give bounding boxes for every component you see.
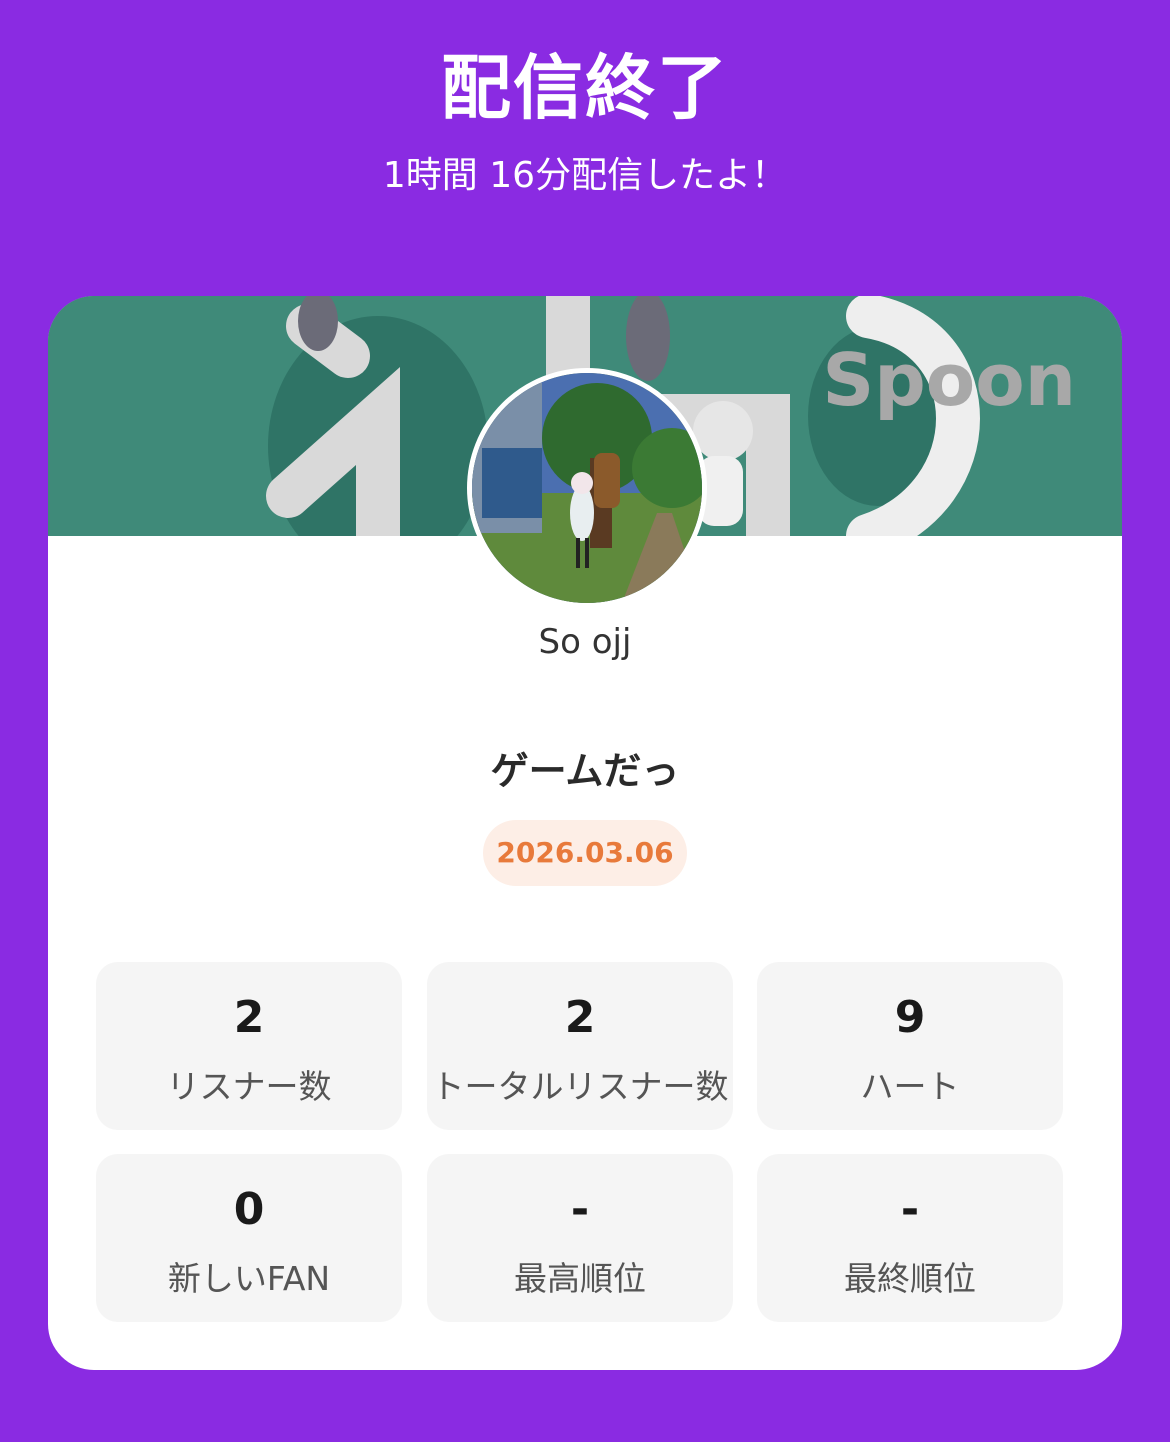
stat-value: 2 — [233, 992, 265, 1043]
stat-new-fans: 0 新しいFAN — [96, 1154, 402, 1322]
stat-label: 最高順位 — [514, 1259, 646, 1298]
stat-hearts: 9 ハート — [757, 962, 1063, 1130]
stat-label: リスナー数 — [166, 1067, 332, 1106]
stat-label: ハート — [860, 1067, 960, 1106]
live-end-screen: 配信終了 1時間 16分配信したよ！ Spoon So ojj ゲームだっ 20… — [0, 0, 1170, 1442]
stat-listeners: 2 リスナー数 — [96, 962, 402, 1130]
stat-value: 0 — [233, 1184, 265, 1235]
stat-label: 最終順位 — [844, 1259, 976, 1298]
date-badge: 2026.03.06 — [483, 820, 687, 886]
duration-text: 1時間 16分配信したよ！ — [382, 155, 788, 196]
stat-highest-rank: - 最高順位 — [427, 1154, 733, 1322]
stat-final-rank: - 最終順位 — [757, 1154, 1063, 1322]
stat-label: トータルリスナー数 — [431, 1067, 729, 1106]
username: So ojj — [538, 622, 632, 662]
stat-total-listeners: 2 トータルリスナー数 — [427, 962, 733, 1130]
live-title: ゲームだっ — [490, 749, 680, 793]
stat-value: 2 — [564, 992, 596, 1043]
stat-label: 新しいFAN — [167, 1259, 331, 1298]
summary-card: Spoon So ojj ゲームだっ 2026.03.06 2 リスナー数 2 … — [48, 296, 1122, 1370]
stat-value: - — [570, 1184, 590, 1235]
spoon-logo: Spoon — [822, 338, 1076, 422]
avatar-image — [472, 373, 702, 603]
stat-value: - — [900, 1184, 920, 1235]
stat-value: 9 — [894, 992, 926, 1043]
page-title: 配信終了 — [441, 47, 729, 129]
avatar[interactable] — [467, 368, 707, 608]
